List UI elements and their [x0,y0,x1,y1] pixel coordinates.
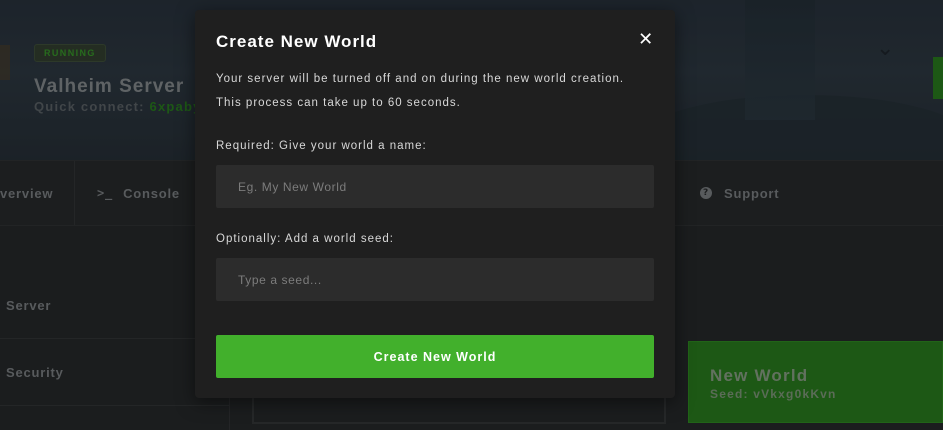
world-seed-label: Optionally: Add a world seed: [216,233,394,245]
create-world-modal: Create New World ✕ Your server will be t… [195,10,675,398]
close-icon[interactable]: ✕ [636,30,656,50]
world-name-input[interactable] [216,165,654,208]
modal-description: Your server will be turned off and on du… [216,73,625,109]
world-name-label: Required: Give your world a name: [216,140,427,152]
modal-title: Create New World [216,32,378,51]
create-world-button[interactable]: Create New World [216,335,654,378]
world-seed-input[interactable] [216,258,654,301]
